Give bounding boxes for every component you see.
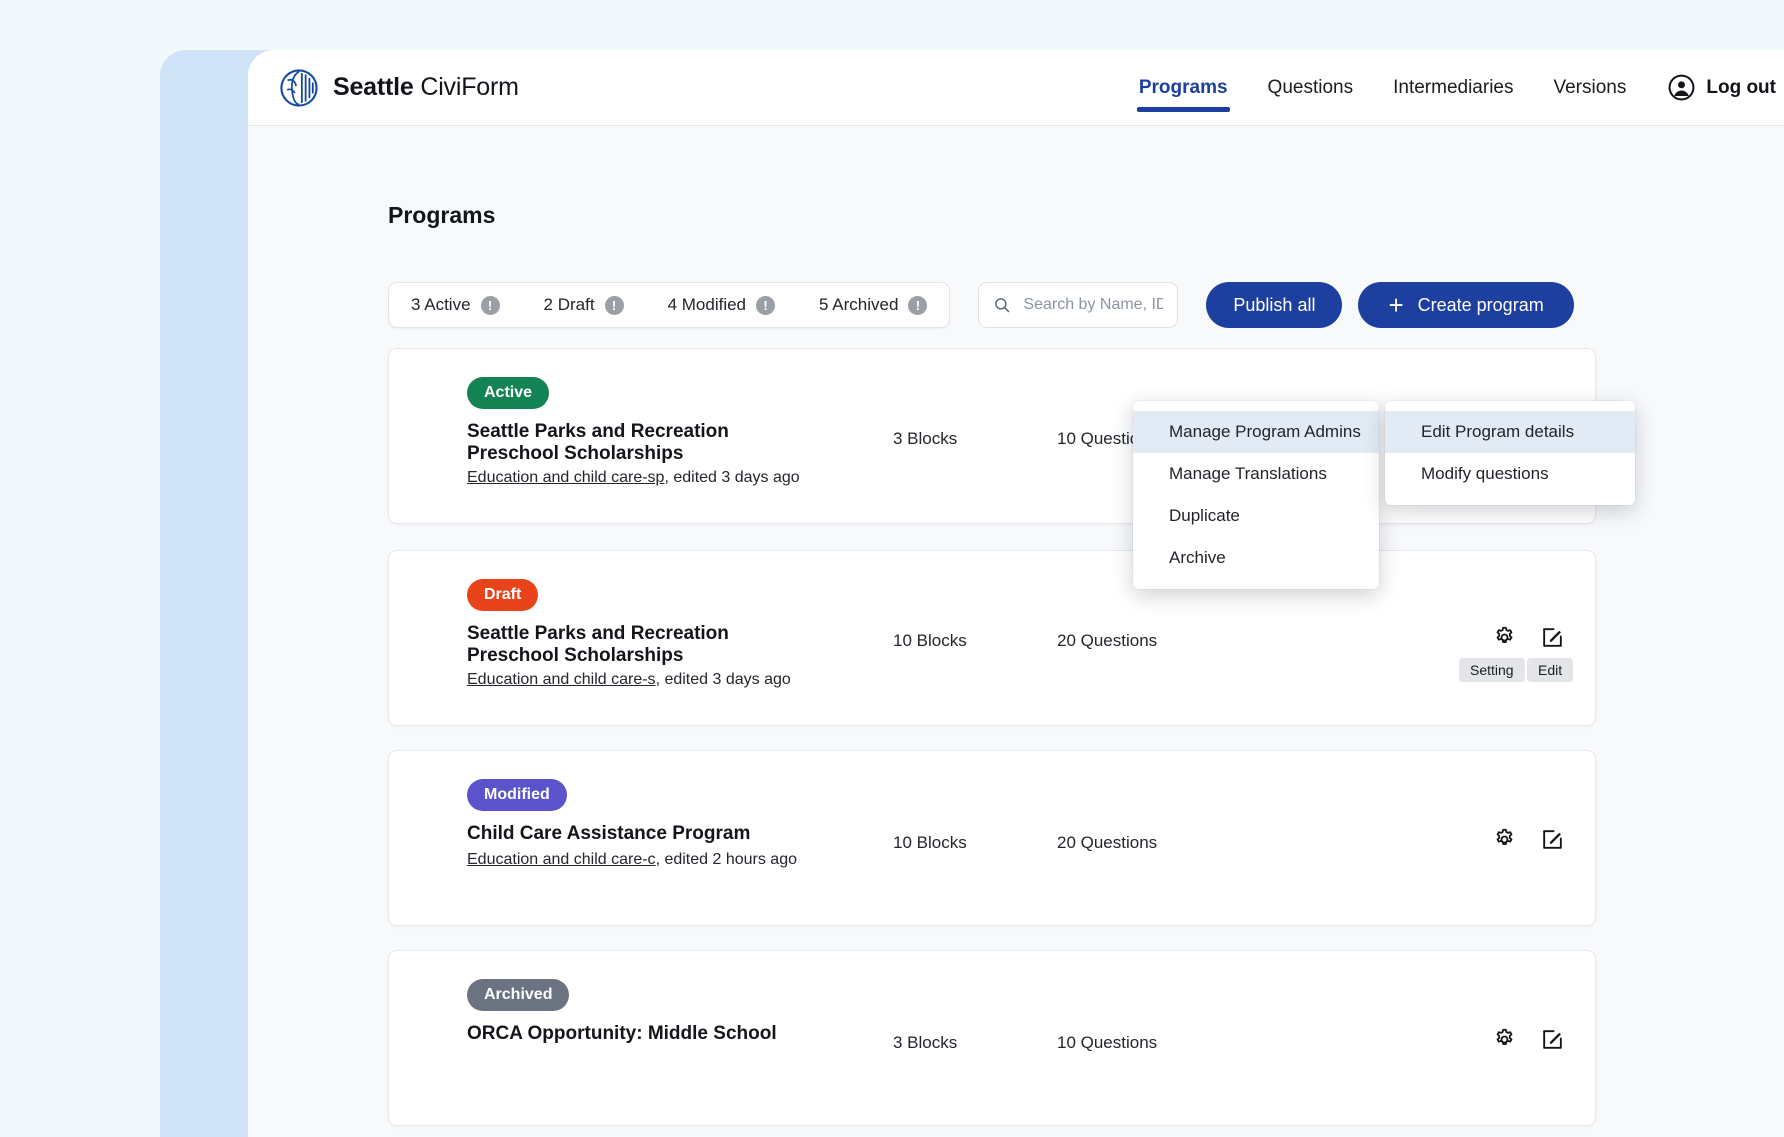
app-window: Seattle CiviForm Programs Questions Inte… bbox=[248, 50, 1784, 1137]
brand-light: CiviForm bbox=[420, 73, 518, 101]
settings-dropdown-menu: Manage Program Admins Manage Translation… bbox=[1133, 401, 1379, 589]
edit-dropdown-menu: Edit Program details Modify questions bbox=[1385, 401, 1635, 505]
page-title: Programs bbox=[388, 202, 495, 229]
program-questions: 10 Questions bbox=[1057, 1033, 1157, 1053]
gear-icon bbox=[1492, 625, 1517, 650]
status-badge: Draft bbox=[467, 579, 538, 611]
program-slug-link[interactable]: Education and child care-sp bbox=[467, 469, 664, 486]
nav-item-programs[interactable]: Programs bbox=[1119, 50, 1248, 126]
program-questions: 20 Questions bbox=[1057, 833, 1157, 853]
program-slug-link[interactable]: Education and child care-c bbox=[467, 851, 656, 868]
program-edited: , edited 3 days ago bbox=[656, 671, 791, 688]
program-questions: 20 Questions bbox=[1057, 631, 1157, 651]
filter-archived-label: 5 Archived bbox=[819, 295, 898, 315]
filter-draft-label: 2 Draft bbox=[544, 295, 595, 315]
filter-modified[interactable]: 4 Modified ! bbox=[668, 295, 775, 315]
brand-bold: Seattle bbox=[333, 73, 414, 101]
program-card: Archived ORCA Opportunity: Middle School… bbox=[388, 950, 1596, 1126]
logout-label: Log out bbox=[1706, 77, 1776, 99]
main-nav: Programs Questions Intermediaries Versio… bbox=[1119, 50, 1784, 126]
program-meta: Education and child care-s, edited 3 day… bbox=[467, 671, 791, 689]
program-blocks: 3 Blocks bbox=[893, 429, 957, 449]
program-settings-button[interactable] bbox=[1482, 817, 1526, 861]
logout-button[interactable]: Log out bbox=[1646, 74, 1784, 101]
menu-item-edit-program-details[interactable]: Edit Program details bbox=[1385, 411, 1635, 453]
program-settings-button[interactable] bbox=[1482, 1017, 1526, 1061]
pencil-square-icon bbox=[1540, 625, 1565, 650]
settings-tooltip: Setting bbox=[1459, 658, 1525, 682]
menu-item-modify-questions[interactable]: Modify questions bbox=[1385, 453, 1635, 495]
publish-all-button[interactable]: Publish all bbox=[1206, 282, 1342, 328]
program-edit-button[interactable] bbox=[1530, 615, 1574, 659]
nav-item-questions[interactable]: Questions bbox=[1248, 50, 1374, 126]
info-icon[interactable]: ! bbox=[481, 296, 500, 315]
program-settings-button[interactable] bbox=[1482, 615, 1526, 659]
program-name: Seattle Parks and Recreation Preschool S… bbox=[467, 421, 787, 465]
pencil-square-icon bbox=[1540, 827, 1565, 852]
info-icon[interactable]: ! bbox=[756, 296, 775, 315]
program-edit-button[interactable] bbox=[1530, 1017, 1574, 1061]
info-icon[interactable]: ! bbox=[605, 296, 624, 315]
program-name: Seattle Parks and Recreation Preschool S… bbox=[467, 623, 787, 667]
screenshot-root: Seattle CiviForm Programs Questions Inte… bbox=[0, 0, 1784, 1137]
create-program-button[interactable]: + Create program bbox=[1358, 282, 1573, 328]
status-badge: Modified bbox=[467, 779, 567, 811]
menu-item-archive[interactable]: Archive bbox=[1133, 537, 1379, 579]
plus-icon: + bbox=[1388, 292, 1403, 318]
status-filter-bar: 3 Active ! 2 Draft ! 4 Modified ! 5 Arch… bbox=[388, 282, 950, 328]
filter-archived[interactable]: 5 Archived ! bbox=[819, 295, 927, 315]
menu-item-manage-program-admins[interactable]: Manage Program Admins bbox=[1133, 411, 1379, 453]
program-edited: , edited 3 days ago bbox=[664, 469, 799, 486]
program-edited: , edited 2 hours ago bbox=[656, 851, 797, 868]
filter-active[interactable]: 3 Active ! bbox=[411, 295, 500, 315]
program-blocks: 10 Blocks bbox=[893, 631, 967, 651]
gear-icon bbox=[1492, 827, 1517, 852]
account-circle-icon bbox=[1668, 74, 1695, 101]
search-icon bbox=[993, 295, 1011, 315]
gear-icon bbox=[1492, 1027, 1517, 1052]
program-name: ORCA Opportunity: Middle School bbox=[467, 1023, 787, 1045]
search-box[interactable] bbox=[978, 282, 1178, 328]
program-card: Modified Child Care Assistance Program E… bbox=[388, 750, 1596, 926]
status-badge: Active bbox=[467, 377, 549, 409]
brand-title: Seattle CiviForm bbox=[333, 73, 519, 102]
pencil-square-icon bbox=[1540, 1027, 1565, 1052]
program-blocks: 10 Blocks bbox=[893, 833, 967, 853]
search-input[interactable] bbox=[1023, 296, 1163, 314]
info-icon[interactable]: ! bbox=[908, 296, 927, 315]
seattle-city-logo-icon bbox=[280, 69, 318, 107]
nav-item-intermediaries[interactable]: Intermediaries bbox=[1373, 50, 1533, 126]
brand: Seattle CiviForm bbox=[280, 69, 519, 107]
filter-modified-label: 4 Modified bbox=[668, 295, 746, 315]
menu-item-manage-translations[interactable]: Manage Translations bbox=[1133, 453, 1379, 495]
edit-tooltip: Edit bbox=[1527, 658, 1573, 682]
app-header: Seattle CiviForm Programs Questions Inte… bbox=[248, 50, 1784, 126]
program-meta: Education and child care-sp, edited 3 da… bbox=[467, 469, 800, 487]
nav-item-versions[interactable]: Versions bbox=[1533, 50, 1646, 126]
menu-item-duplicate[interactable]: Duplicate bbox=[1133, 495, 1379, 537]
program-meta: Education and child care-c, edited 2 hou… bbox=[467, 851, 797, 869]
program-blocks: 3 Blocks bbox=[893, 1033, 957, 1053]
toolbar: 3 Active ! 2 Draft ! 4 Modified ! 5 Arch… bbox=[388, 282, 1574, 328]
program-name: Child Care Assistance Program bbox=[467, 823, 787, 845]
program-slug-link[interactable]: Education and child care-s bbox=[467, 671, 656, 688]
program-edit-button[interactable] bbox=[1530, 817, 1574, 861]
filter-active-label: 3 Active bbox=[411, 295, 471, 315]
filter-draft[interactable]: 2 Draft ! bbox=[544, 295, 624, 315]
status-badge: Archived bbox=[467, 979, 569, 1011]
create-program-label: Create program bbox=[1418, 295, 1544, 316]
program-card: Draft Seattle Parks and Recreation Presc… bbox=[388, 550, 1596, 726]
